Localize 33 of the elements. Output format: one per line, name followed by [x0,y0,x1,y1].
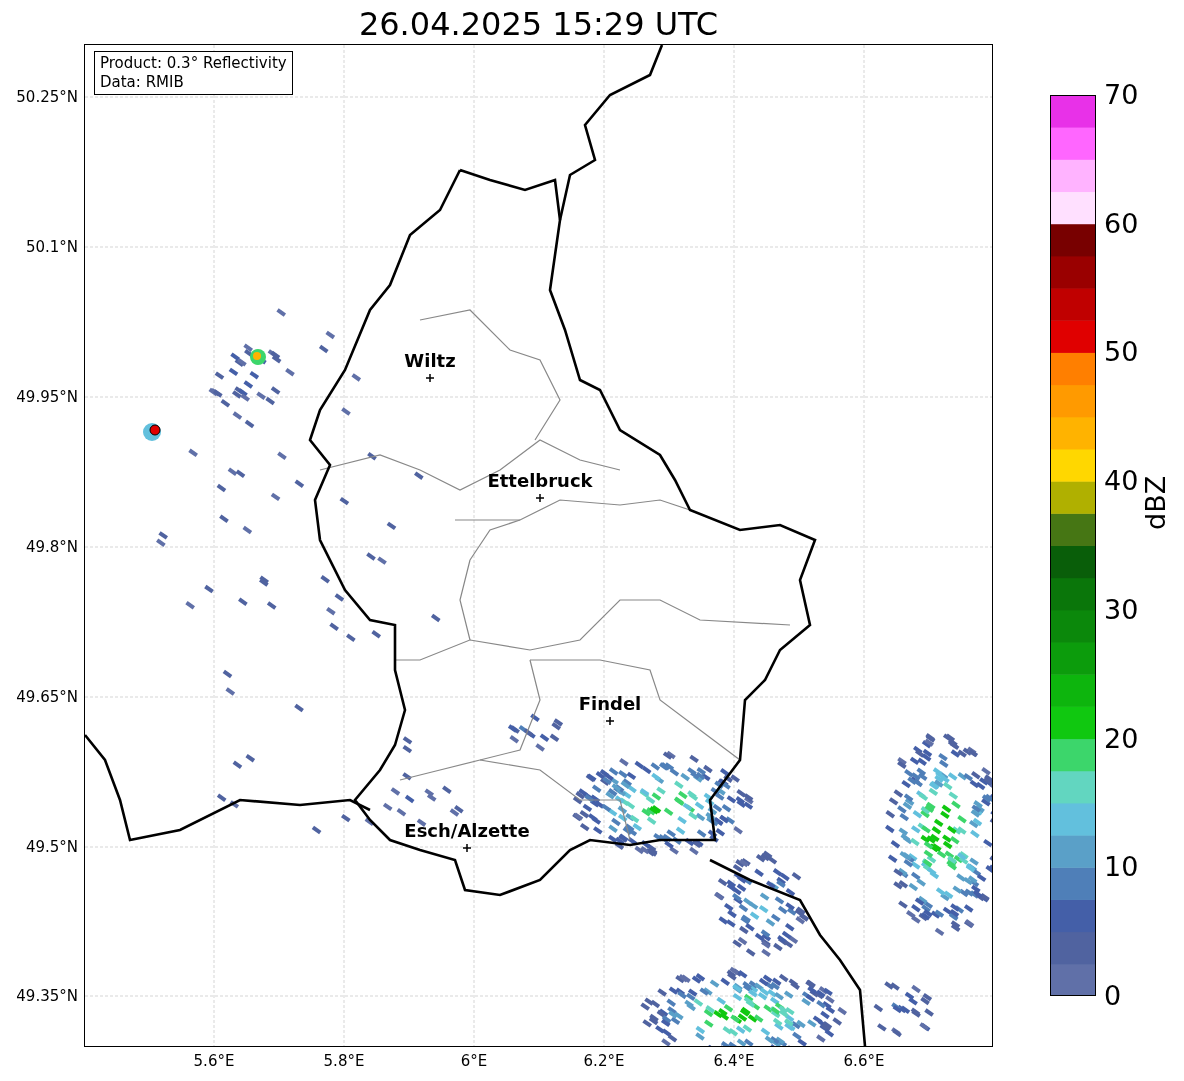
legend-text: Product: 0.3° Reflectivity [100,54,287,73]
legend-text: Data: RMIB [100,73,185,92]
y-tick-label: 50.25°N [16,88,78,106]
colorbar-tick-label: 70 [1104,80,1139,110]
x-tick-label: 6.2°E [583,1052,625,1070]
y-tick-label: 49.35°N [16,987,78,1005]
colorbar-tick-label: 20 [1104,723,1139,754]
y-tick-label: 49.95°N [16,388,78,406]
chart-title: 26.04.2025 15:29 UTC [357,4,720,44]
x-tick-label: 5.6°E [193,1052,235,1070]
y-tick-label: 49.8°N [25,538,78,556]
x-tick-label: 6.4°E [713,1052,755,1070]
city-label: Findel [578,693,642,715]
x-tick-label: 6°E [460,1052,488,1070]
city-marker-icon [426,374,434,382]
city-marker-icon [536,494,544,502]
y-tick-label: 49.65°N [16,688,78,706]
colorbar-tick-label: 30 [1104,594,1139,625]
colorbar-tick-label: 10 [1104,852,1139,883]
colorbar-tick-label: 40 [1104,466,1139,497]
y-tick-label: 49.5°N [25,838,78,856]
y-tick-label: 50.1°N [25,238,78,256]
x-tick-label: 6.6°E [843,1052,885,1070]
city-marker-icon [463,844,471,852]
city-label: Wiltz [404,350,456,372]
colorbar-label: dBZ [1140,475,1171,530]
x-tick-label: 5.8°E [323,1052,365,1070]
city-label: Ettelbruck [487,470,593,492]
colorbar-tick-label: 50 [1104,337,1139,368]
colorbar-tick-label: 0 [1104,981,1122,1011]
colorbar-tick-label: 60 [1104,208,1139,239]
city-marker-icon [606,717,614,725]
city-label: Esch/Alzette [404,820,530,842]
